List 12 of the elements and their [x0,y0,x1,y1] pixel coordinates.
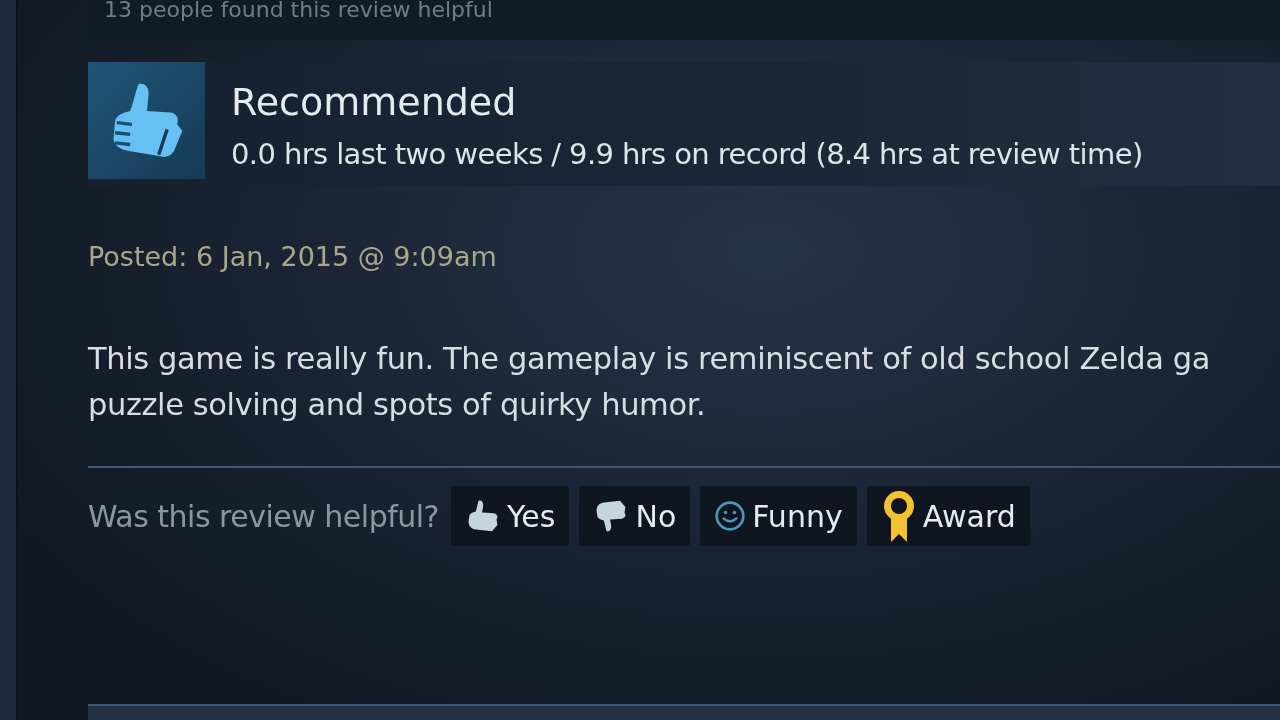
playtime-text: 0.0 hrs last two weeks / 9.9 hrs on record (8.4 hrs at review time) [231,138,1143,170]
smiley-icon [714,500,747,532]
verdict-title: Recommended [231,80,518,124]
award-button[interactable]: Award [866,486,1030,546]
helpful-prompt: Was this review helpful? [88,498,439,534]
review-text-line: puzzle solving and spots of quirky humor. [88,386,706,424]
review-text-line: This game is really fun. The gameplay is reminiscent of old school Zelda ga [88,340,1211,378]
no-button[interactable]: No [579,486,691,546]
helpful-count: 13 people found this review helpful [104,0,493,22]
funny-button[interactable]: Funny [700,486,857,546]
yes-button[interactable]: Yes [451,486,570,546]
posted-date: Posted: 6 Jan, 2015 @ 9:09am [88,242,497,272]
